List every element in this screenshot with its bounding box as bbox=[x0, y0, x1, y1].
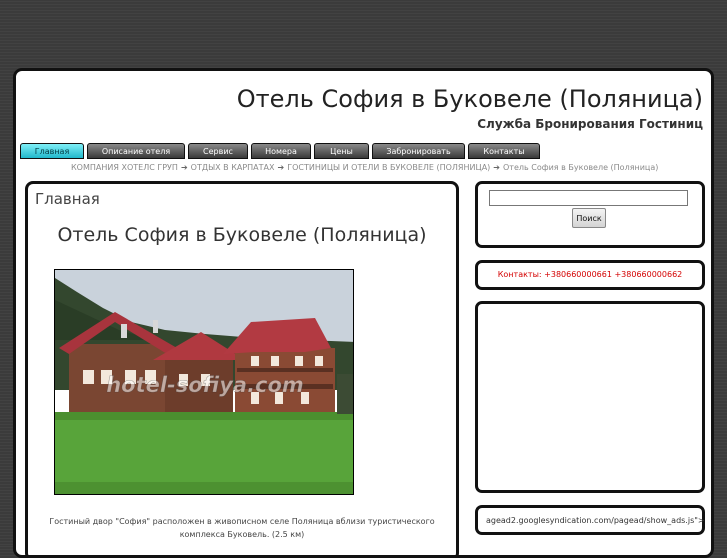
panel-heading: Главная bbox=[35, 190, 100, 208]
nav-contacts[interactable]: Контакты bbox=[468, 143, 540, 159]
photo-caption: Гостиный двор "София" расположен в живоп… bbox=[49, 517, 435, 539]
contacts-box: Контакты: +380660000661 +380660000662 bbox=[475, 260, 705, 290]
hotel-photo: hotel-sofiya.com bbox=[54, 269, 354, 495]
page-title: Отель София в Буковеле (Поляница) bbox=[57, 224, 427, 246]
breadcrumb-arrow-icon: ➔ bbox=[180, 163, 188, 172]
breadcrumb-arrow-icon: ➔ bbox=[277, 163, 285, 172]
nav-booking[interactable]: Забронировать bbox=[372, 143, 465, 159]
ad-box bbox=[475, 301, 705, 493]
hotel-photo-image: hotel-sofiya.com bbox=[55, 270, 353, 494]
breadcrumb-link-carpathians[interactable]: ОТДЫХ В КАРПАТАХ bbox=[191, 163, 275, 172]
ad-script-box: agead2.googlesyndication.com/pagead/show… bbox=[475, 505, 705, 535]
contacts-text: Контакты: +380660000661 +380660000662 bbox=[497, 270, 683, 279]
breadcrumb-link-company[interactable]: КОМПАНИЯ ХОТЕЛС ГРУП bbox=[71, 163, 178, 172]
page-frame: Отель София в Буковеле (Поляница) Служба… bbox=[13, 68, 714, 558]
ad-script-text: agead2.googlesyndication.com/pagead/show… bbox=[486, 516, 705, 525]
search-box: Поиск bbox=[475, 181, 705, 248]
photo-watermark: hotel-sofiya.com bbox=[106, 373, 304, 397]
breadcrumb: КОМПАНИЯ ХОТЕЛС ГРУП ➔ ОТДЫХ В КАРПАТАХ ➔ ГО… bbox=[71, 163, 658, 172]
content-panel: Главная Отель София в Буковеле (Поляница… bbox=[25, 181, 459, 555]
nav-service[interactable]: Сервис bbox=[188, 143, 248, 159]
nav-hotel-description[interactable]: Описание отеля bbox=[87, 143, 185, 159]
site-title: Отель София в Буковеле (Поляница) bbox=[236, 85, 703, 113]
breadcrumb-current: Отель София в Буковеле (Поляница) bbox=[503, 163, 659, 172]
nav-prices[interactable]: Цены bbox=[314, 143, 369, 159]
nav-home[interactable]: Главная bbox=[20, 143, 84, 159]
search-input[interactable] bbox=[489, 190, 688, 206]
search-button[interactable]: Поиск bbox=[572, 208, 606, 228]
nav-rooms[interactable]: Номера bbox=[251, 143, 311, 159]
site-subtitle: Служба Бронирования Гостиниц bbox=[477, 117, 703, 131]
breadcrumb-link-hotels[interactable]: ГОСТИНИЦЫ И ОТЕЛИ В БУКОВЕЛЕ (ПОЛЯНИЦА) bbox=[287, 163, 490, 172]
breadcrumb-arrow-icon: ➔ bbox=[493, 163, 500, 172]
